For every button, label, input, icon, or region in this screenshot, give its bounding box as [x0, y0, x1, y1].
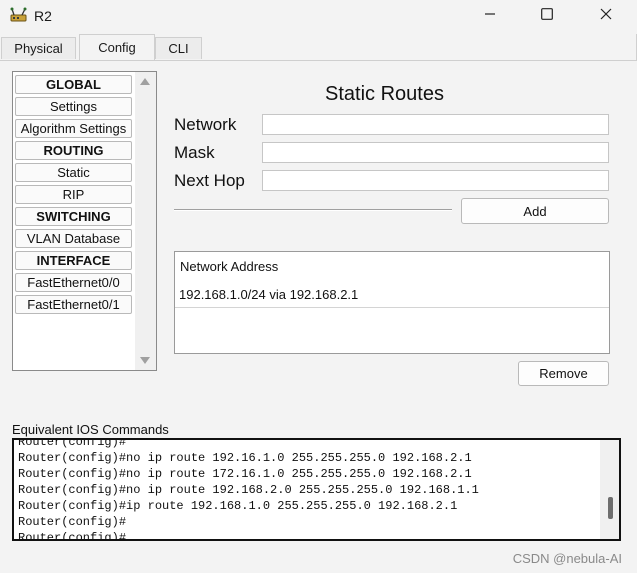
tab-config[interactable]: Config: [79, 34, 155, 60]
sidebar-header-interface: INTERFACE: [15, 251, 132, 270]
ios-commands-console[interactable]: Router(config)# Router(config)#no ip rou…: [12, 438, 621, 541]
add-button[interactable]: Add: [461, 198, 609, 224]
watermark: CSDN @nebula-AI: [512, 551, 622, 566]
console-line: Router(config)#no ip route 192.16.1.0 25…: [18, 451, 472, 465]
tab-cli[interactable]: CLI: [155, 37, 202, 59]
close-button[interactable]: [577, 0, 635, 32]
router-icon: [9, 6, 29, 26]
console-line: Router(config)#: [18, 531, 127, 541]
network-input[interactable]: [262, 114, 609, 135]
console-line: Router(config)#: [18, 515, 127, 529]
next-hop-input[interactable]: [262, 170, 609, 191]
next-hop-label: Next Hop: [174, 171, 245, 190]
close-icon: [600, 7, 612, 25]
console-line: Router(config)#: [18, 438, 127, 449]
sidebar-list: GLOBAL Settings Algorithm Settings ROUTI…: [13, 72, 136, 370]
sidebar-header-global: GLOBAL: [15, 75, 132, 94]
tab-physical[interactable]: Physical: [1, 37, 76, 59]
console-scrollbar[interactable]: [600, 440, 619, 539]
network-address-list: Network Address 192.168.1.0/24 via 192.1…: [174, 251, 610, 354]
mask-label: Mask: [174, 143, 215, 162]
separator: [174, 209, 452, 211]
maximize-button[interactable]: [518, 0, 576, 32]
sidebar-item-fastethernet0-0[interactable]: FastEthernet0/0: [15, 273, 132, 292]
minimize-button[interactable]: [461, 0, 519, 32]
sidebar-item-settings[interactable]: Settings: [15, 97, 132, 116]
sidebar-header-routing: ROUTING: [15, 141, 132, 160]
remove-button[interactable]: Remove: [518, 361, 609, 386]
static-routes-heading: Static Routes: [325, 83, 444, 105]
sidebar-item-fastethernet0-1[interactable]: FastEthernet0/1: [15, 295, 132, 314]
console-line: Router(config)#no ip route 172.16.1.0 25…: [18, 467, 472, 481]
sidebar: GLOBAL Settings Algorithm Settings ROUTI…: [12, 71, 157, 371]
console-lines: Router(config)# Router(config)#no ip rou…: [18, 438, 598, 541]
mask-input[interactable]: [262, 142, 609, 163]
maximize-icon: [541, 7, 553, 25]
console-line: Router(config)#ip route 192.168.1.0 255.…: [18, 499, 458, 513]
sidebar-item-vlan-database[interactable]: VLAN Database: [15, 229, 132, 248]
window-title: R2: [34, 8, 52, 24]
scrollbar-thumb[interactable]: [608, 497, 613, 519]
scroll-down-icon[interactable]: [140, 357, 150, 364]
sidebar-item-algorithm-settings[interactable]: Algorithm Settings: [15, 119, 132, 138]
title-bar: R2: [0, 0, 637, 34]
list-header: Network Address: [180, 259, 279, 274]
sidebar-header-switching: SWITCHING: [15, 207, 132, 226]
sidebar-scrollbar[interactable]: [135, 72, 156, 370]
sidebar-item-static[interactable]: Static: [15, 163, 132, 182]
network-label: Network: [174, 115, 237, 134]
list-item[interactable]: 192.168.1.0/24 via 192.168.2.1: [175, 282, 609, 308]
ios-commands-label: Equivalent IOS Commands: [12, 422, 169, 437]
sidebar-item-rip[interactable]: RIP: [15, 185, 132, 204]
console-line: Router(config)#no ip route 192.168.2.0 2…: [18, 483, 479, 497]
scroll-up-icon[interactable]: [140, 78, 150, 85]
minimize-icon: [484, 7, 496, 25]
router-config-window: R2 Physical Config CLI GLOBAL Settings A…: [0, 0, 637, 573]
tab-bar: Physical Config CLI: [0, 34, 637, 61]
config-panel: GLOBAL Settings Algorithm Settings ROUTI…: [0, 61, 637, 573]
